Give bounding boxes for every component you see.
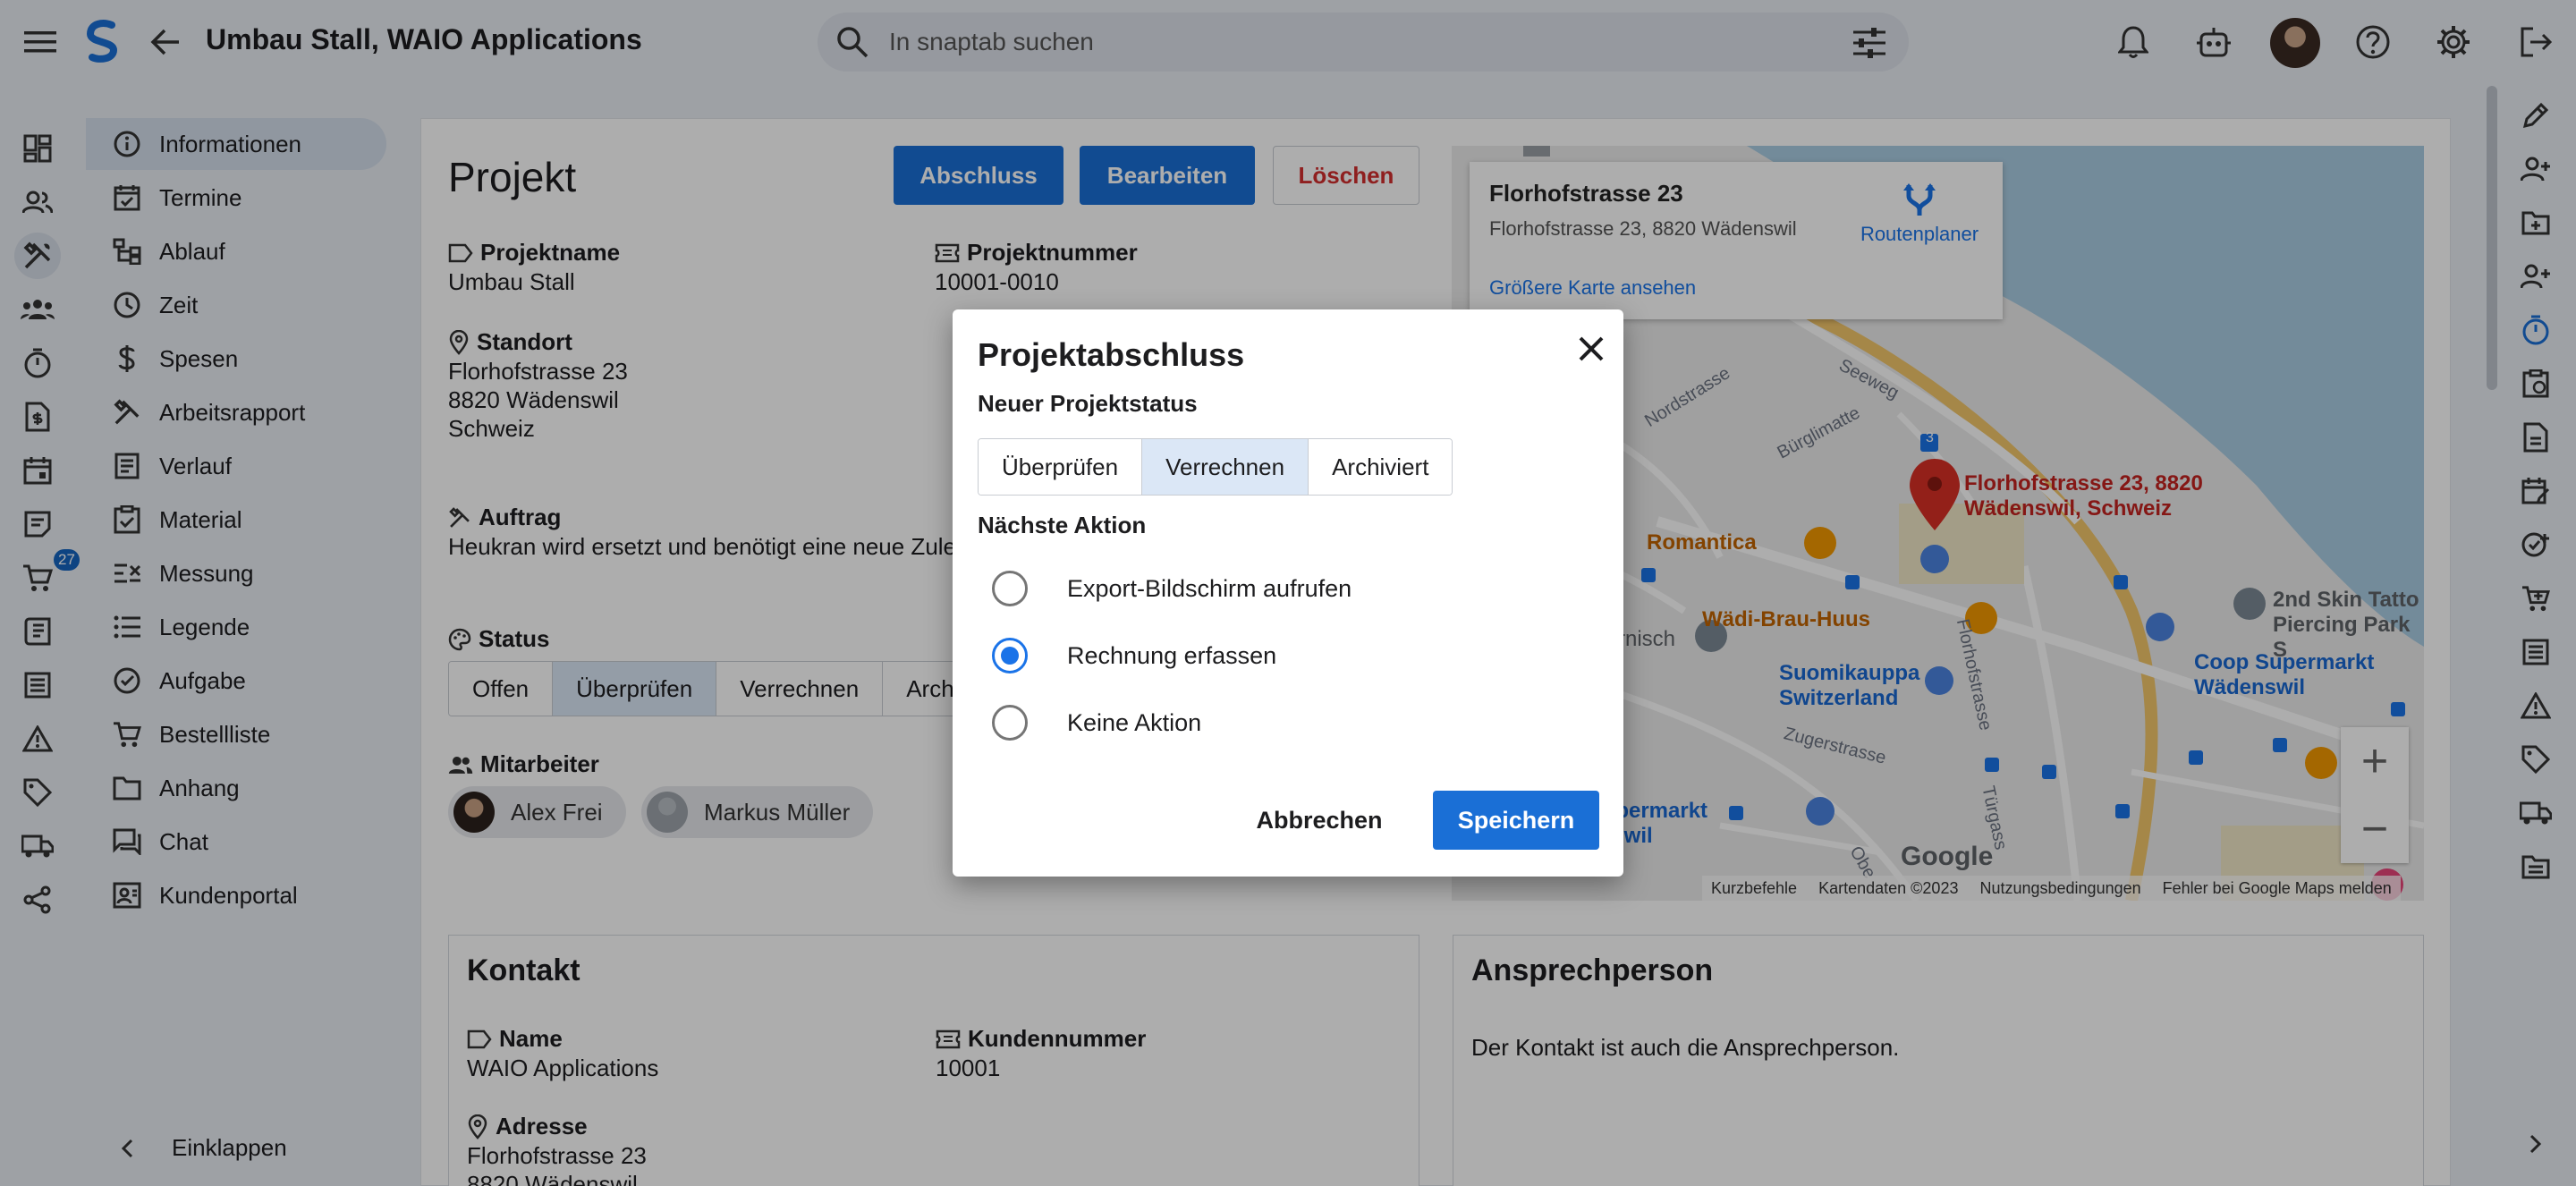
radio-button[interactable] [992,705,1028,741]
action-option-export[interactable]: Export-Bildschirm aufrufen [992,571,1352,606]
dialog-status-verrechnen[interactable]: Verrechnen [1142,439,1309,495]
save-button[interactable]: Speichern [1433,791,1599,850]
project-finish-dialog: Projektabschluss Neuer Projektstatus Übe… [953,309,1623,877]
dialog-status-archiviert[interactable]: Archiviert [1309,439,1453,495]
radio-label: Rechnung erfassen [1067,641,1277,669]
new-status-segmented-control: Überprüfen Verrechnen Archiviert [978,438,1453,496]
next-action-label: Nächste Aktion [978,512,1147,538]
radio-label: Export-Bildschirm aufrufen [1067,574,1352,602]
action-option-none[interactable]: Keine Aktion [992,705,1201,741]
radio-button[interactable] [992,571,1028,606]
dialog-status-ueberpruefen[interactable]: Überprüfen [979,439,1143,495]
dialog-title: Projektabschluss [978,336,1245,373]
close-icon [1578,335,1605,362]
cancel-button[interactable]: Abbrechen [1246,791,1393,850]
close-button[interactable] [1570,327,1613,370]
radio-button-selected[interactable] [992,638,1028,673]
new-status-label: Neuer Projektstatus [978,390,1198,417]
action-option-invoice[interactable]: Rechnung erfassen [992,638,1276,673]
radio-label: Keine Aktion [1067,708,1202,736]
